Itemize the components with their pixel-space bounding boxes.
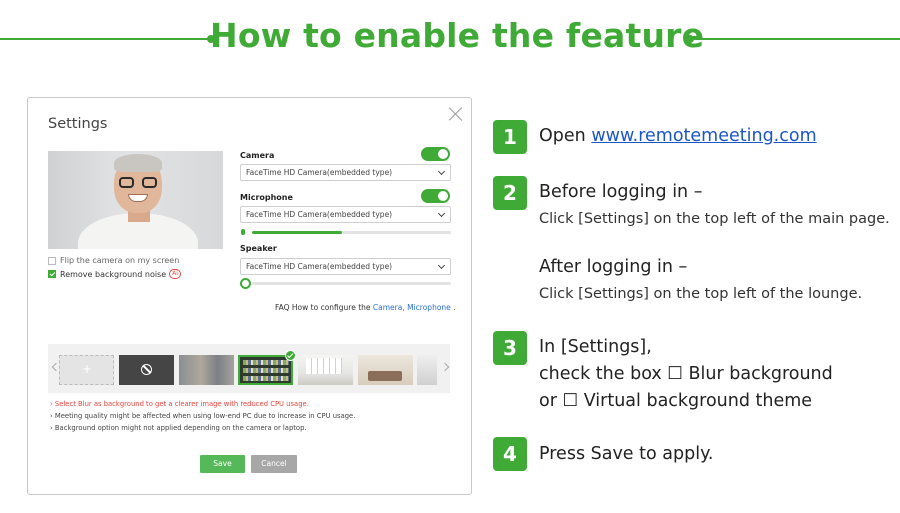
microphone-toggle[interactable] (421, 189, 450, 203)
step-4-text: Press Save to apply. (539, 444, 714, 464)
microphone-level-bar (252, 231, 451, 234)
microphone-select-value: FaceTime HD Camera(embedded type) (246, 210, 393, 219)
no-sign-icon (141, 364, 152, 375)
camera-toggle[interactable] (421, 147, 450, 161)
chevron-down-icon (437, 209, 446, 218)
flip-camera-option[interactable]: Flip the camera on my screen (48, 256, 179, 265)
blur-background-thumb[interactable] (179, 355, 234, 385)
microphone-select[interactable]: FaceTime HD Camera(embedded type) (240, 206, 451, 223)
speaker-level-bar (252, 282, 451, 285)
lounge-background-thumb[interactable] (358, 355, 413, 385)
step-2-after-title: After logging in – (539, 257, 688, 277)
header-line-left (0, 38, 210, 40)
microphone-level-fill (252, 231, 342, 234)
page-title: How to enable the feature (210, 16, 705, 55)
step-2-before-desc: Click [Settings] on the top left of the … (539, 211, 890, 227)
flip-camera-checkbox[interactable] (48, 256, 56, 265)
faq-microphone-link[interactable]: Microphone (407, 303, 451, 312)
note-camera: › Background option might not applied de… (50, 424, 307, 432)
microphone-icon (241, 229, 245, 235)
room-background-thumb[interactable] (417, 355, 437, 385)
step-3-line-3: or ☐ Virtual background theme (539, 391, 813, 411)
camera-select-value: FaceTime HD Camera(embedded type) (246, 168, 393, 177)
flip-camera-label: Flip the camera on my screen (60, 256, 180, 265)
faq-prefix: FAQ How to configure the (275, 303, 371, 312)
remove-noise-label: Remove background noise (60, 269, 167, 279)
faq-suffix: . (453, 303, 456, 312)
chevron-down-icon (437, 261, 446, 270)
ai-badge: Ai (169, 269, 181, 279)
chevron-right-icon[interactable] (440, 362, 450, 372)
plus-icon: + (82, 362, 93, 376)
microphone-label: Microphone (240, 193, 293, 202)
step-3-line-1: In [Settings], (539, 337, 652, 357)
remove-noise-option[interactable]: Remove background noise Ai (48, 269, 181, 279)
step-1-text: Open www.remotemeeting.com (539, 126, 817, 146)
bookshelf-background-thumb[interactable] (238, 355, 293, 385)
step-3-number: 3 (493, 331, 527, 365)
faq-camera-link[interactable]: Camera, (373, 303, 405, 312)
step-2-number: 2 (493, 176, 527, 210)
step-4-number: 4 (493, 437, 527, 471)
camera-preview (48, 151, 223, 249)
step-1-number: 1 (493, 120, 527, 154)
speaker-select[interactable]: FaceTime HD Camera(embedded type) (240, 258, 451, 275)
note-blur: › Select Blur as background to get a cle… (50, 400, 309, 408)
close-icon[interactable] (447, 105, 465, 123)
settings-title: Settings (48, 116, 108, 132)
settings-dialog: Settings Flip the camera on my screen Re… (27, 97, 472, 495)
add-background-thumb[interactable]: + (59, 355, 114, 385)
faq-line: FAQ How to configure the Camera, Microph… (275, 303, 456, 312)
background-selector: + (48, 344, 450, 393)
remotemeeting-link[interactable]: www.remotemeeting.com (591, 126, 816, 146)
step-2-after-desc: Click [Settings] on the top left of the … (539, 286, 863, 302)
save-button[interactable]: Save (200, 455, 245, 473)
remove-noise-checkbox[interactable] (48, 270, 56, 278)
step-2-before-title: Before logging in – (539, 182, 703, 202)
camera-select[interactable]: FaceTime HD Camera(embedded type) (240, 164, 451, 181)
chevron-down-icon (437, 167, 446, 176)
no-background-thumb[interactable] (119, 355, 174, 385)
selected-check-icon (285, 350, 296, 361)
speaker-label: Speaker (240, 244, 277, 253)
cancel-button[interactable]: Cancel (251, 455, 297, 473)
office-background-thumb[interactable] (298, 355, 353, 385)
speaker-volume-knob[interactable] (240, 278, 251, 289)
step-3-line-2: check the box ☐ Blur background (539, 364, 833, 384)
camera-label: Camera (240, 151, 275, 160)
header-line-right (692, 38, 900, 40)
speaker-select-value: FaceTime HD Camera(embedded type) (246, 262, 393, 271)
note-cpu: › Meeting quality might be affected when… (50, 412, 356, 420)
